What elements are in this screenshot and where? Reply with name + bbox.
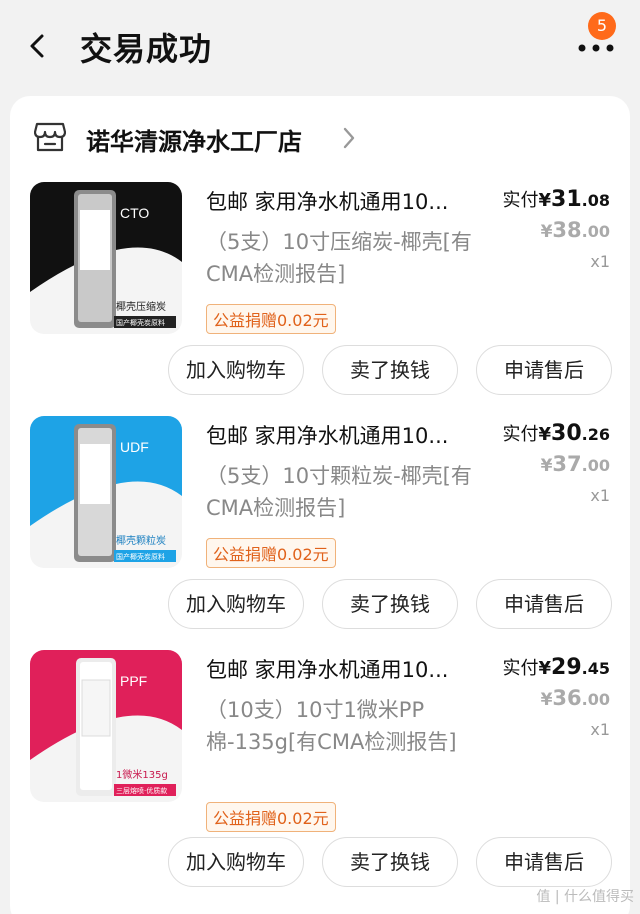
add-to-cart-button[interactable]: 加入购物车 (168, 837, 304, 887)
order-card: 诺华清源净水工厂店 CTO 椰壳压缩炭 国产椰壳炭原料 包邮 家用净水机通用10… (10, 96, 630, 914)
svg-text:1微米135g: 1微米135g (116, 768, 168, 781)
watermark: 值 | 什么值得买 (536, 889, 634, 905)
resell-button[interactable]: 卖了换钱 (322, 579, 458, 629)
product-spec: （5支）10寸压缩炭-椰壳[有CMA检测报告] (206, 230, 472, 286)
price-block: 实付¥31.08 ¥38.00 x1 (490, 186, 630, 271)
price-block: 实付¥29.45 ¥36.00 x1 (490, 654, 630, 739)
svg-text:椰壳压缩炭: 椰壳压缩炭 (116, 300, 166, 313)
svg-text:CTO: CTO (120, 205, 149, 221)
product-spec: （10支）10寸1微米PP棉-135g[有CMA检测报告] (206, 698, 457, 754)
product-title[interactable]: 包邮 家用净水机通用10... (206, 186, 486, 216)
back-arrow-icon[interactable] (26, 32, 50, 60)
paid-price: 实付¥30.26 (502, 421, 611, 446)
svg-text:国产椰壳炭原料: 国产椰壳炭原料 (116, 318, 165, 327)
top-bar: 交易成功 5 (0, 0, 640, 92)
more-dots-icon (578, 44, 614, 52)
product-image[interactable]: PPF 1微米135g 三层熔喷·优质款 (30, 650, 182, 802)
svg-text:UDF: UDF (120, 439, 149, 455)
product-title[interactable]: 包邮 家用净水机通用10... (206, 654, 486, 684)
quantity: x1 (590, 720, 610, 739)
add-to-cart-button[interactable]: 加入购物车 (168, 345, 304, 395)
svg-text:PPF: PPF (120, 673, 147, 689)
after-sale-button[interactable]: 申请售后 (476, 579, 612, 629)
paid-price: 实付¥31.08 (502, 187, 611, 212)
charity-badge: 公益捐赠0.02元 (206, 802, 336, 832)
after-sale-button[interactable]: 申请售后 (476, 837, 612, 887)
quantity: x1 (590, 486, 610, 505)
price-block: 实付¥30.26 ¥37.00 x1 (490, 420, 630, 505)
order-item[interactable]: CTO 椰壳压缩炭 国产椰壳炭原料 包邮 家用净水机通用10... （5支）10… (10, 182, 630, 395)
notification-badge: 5 (588, 12, 616, 40)
original-price: ¥37.00 (540, 452, 610, 476)
store-icon (34, 122, 66, 152)
add-to-cart-button[interactable]: 加入购物车 (168, 579, 304, 629)
charity-badge: 公益捐赠0.02元 (206, 538, 336, 568)
more-menu-button[interactable]: 5 (572, 12, 620, 60)
paid-price: 实付¥29.45 (502, 655, 611, 680)
product-image[interactable]: UDF 椰壳颗粒炭 国产椰壳炭原料 (30, 416, 182, 568)
after-sale-button[interactable]: 申请售后 (476, 345, 612, 395)
charity-badge: 公益捐赠0.02元 (206, 304, 336, 334)
svg-text:椰壳颗粒炭: 椰壳颗粒炭 (116, 534, 166, 547)
store-header[interactable]: 诺华清源净水工厂店 (30, 116, 430, 160)
store-name: 诺华清源净水工厂店 (86, 128, 302, 156)
svg-text:国产椰壳炭原料: 国产椰壳炭原料 (116, 552, 165, 561)
svg-text:三层熔喷·优质款: 三层熔喷·优质款 (116, 786, 167, 795)
resell-button[interactable]: 卖了换钱 (322, 837, 458, 887)
resell-button[interactable]: 卖了换钱 (322, 345, 458, 395)
original-price: ¥38.00 (540, 218, 610, 242)
order-item[interactable]: PPF 1微米135g 三层熔喷·优质款 包邮 家用净水机通用10... （10… (10, 650, 630, 890)
chevron-right-icon (343, 127, 355, 149)
order-item[interactable]: UDF 椰壳颗粒炭 国产椰壳炭原料 包邮 家用净水机通用10... （5支）10… (10, 416, 630, 629)
product-title[interactable]: 包邮 家用净水机通用10... (206, 420, 486, 450)
product-image[interactable]: CTO 椰壳压缩炭 国产椰壳炭原料 (30, 182, 182, 334)
page-title: 交易成功 (80, 30, 213, 68)
product-spec: （5支）10寸颗粒炭-椰壳[有CMA检测报告] (206, 464, 472, 520)
quantity: x1 (590, 252, 610, 271)
original-price: ¥36.00 (540, 686, 610, 710)
